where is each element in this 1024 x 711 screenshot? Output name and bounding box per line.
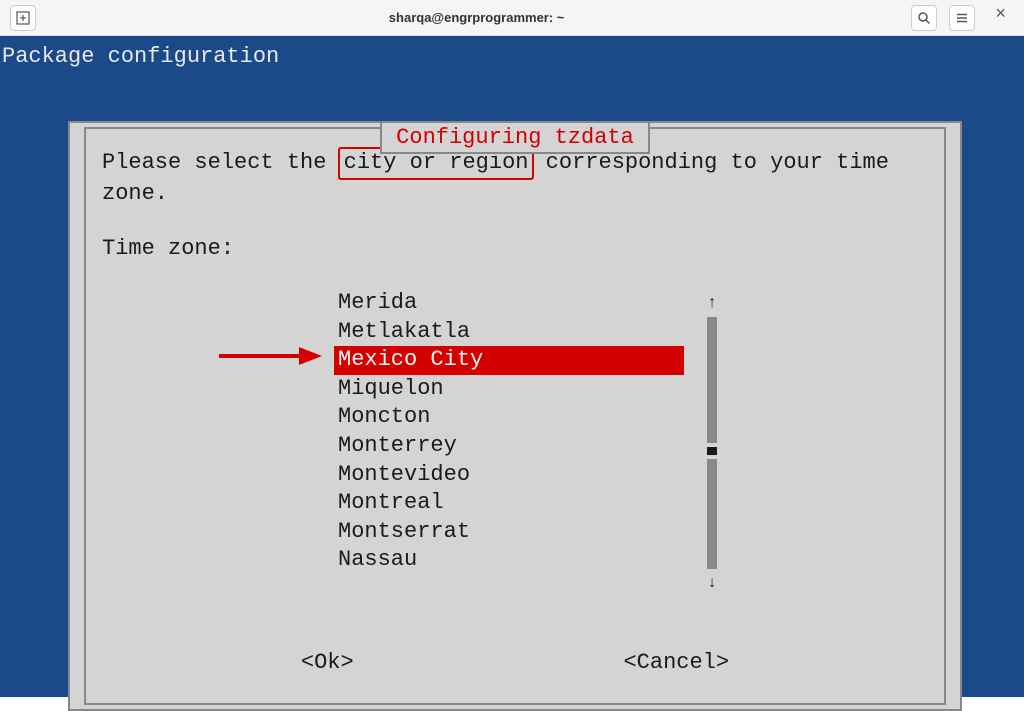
scroll-up-arrow[interactable]: ↑ (700, 289, 724, 317)
search-button[interactable] (911, 5, 937, 31)
package-config-header: Package configuration (0, 36, 1024, 69)
cancel-button[interactable]: <Cancel> (623, 650, 729, 675)
list-item[interactable]: Merida (334, 289, 684, 318)
window-titlebar: sharqa@engrprogrammer: ~ × (0, 0, 1024, 36)
terminal-area: Package configuration Configuring tzdata… (0, 36, 1024, 697)
scroll-track[interactable] (707, 459, 717, 569)
scroll-track[interactable] (707, 317, 717, 443)
close-button[interactable]: × (987, 5, 1014, 31)
list-item[interactable]: Miquelon (334, 375, 684, 404)
arrow-annotation (214, 344, 324, 374)
dialog-prompt: Please select the city or region corresp… (96, 147, 934, 208)
list-item[interactable]: Nassau (334, 546, 684, 575)
window-title: sharqa@engrprogrammer: ~ (42, 10, 911, 25)
timezone-label: Time zone: (96, 236, 934, 261)
red-arrow-icon (214, 344, 324, 368)
list-item-selected[interactable]: Mexico City (334, 346, 684, 375)
menu-button[interactable] (949, 5, 975, 31)
search-icon (917, 11, 931, 25)
list-item[interactable]: Metlakatla (334, 318, 684, 347)
scroll-down-arrow[interactable]: ↓ (700, 569, 724, 597)
tzdata-dialog: Configuring tzdata Please select the cit… (68, 121, 962, 711)
dialog-buttons: <Ok> <Cancel> (86, 650, 944, 675)
scrollbar[interactable]: ↑ ↓ (700, 289, 724, 597)
list-item[interactable]: Montserrat (334, 518, 684, 547)
hamburger-icon (955, 11, 969, 25)
dialog-content: Please select the city or region corresp… (84, 127, 946, 705)
list-item[interactable]: Montevideo (334, 461, 684, 490)
list-item[interactable]: Montreal (334, 489, 684, 518)
list-item[interactable]: Monterrey (334, 432, 684, 461)
timezone-list[interactable]: Merida Metlakatla Mexico City Miquelon M… (334, 289, 684, 575)
list-item[interactable]: Moncton (334, 403, 684, 432)
dialog-title: Configuring tzdata (380, 121, 650, 154)
scroll-thumb[interactable] (707, 447, 717, 455)
new-tab-button[interactable] (10, 5, 36, 31)
plus-box-icon (16, 11, 30, 25)
ok-button[interactable]: <Ok> (301, 650, 354, 675)
